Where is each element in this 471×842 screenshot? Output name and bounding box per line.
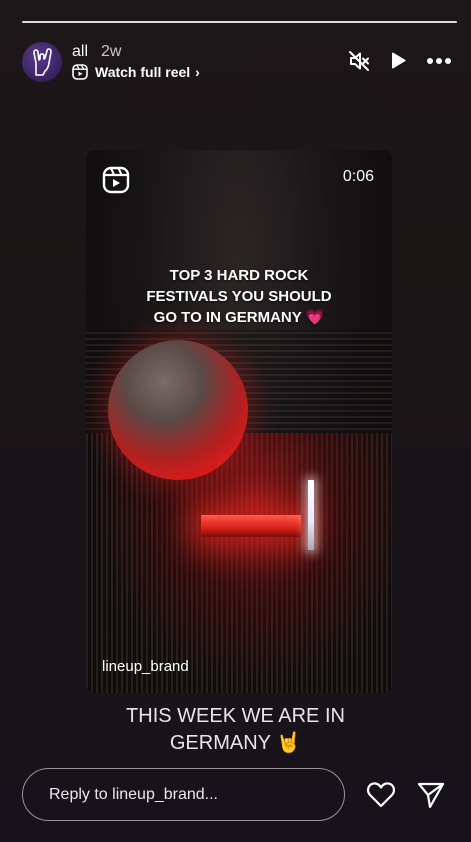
reel-duration: 0:06 bbox=[342, 168, 374, 185]
reel-icon bbox=[72, 64, 88, 80]
caption-line: THIS WEEK WE ARE IN bbox=[126, 705, 345, 727]
overlay-line: FESTIVALS YOU SHOULD bbox=[146, 288, 332, 305]
story-viewer: all 2w Watch full reel › 0:06 TOP 3 HARD… bbox=[0, 0, 471, 842]
reply-input[interactable]: Reply to lineup_brand... bbox=[22, 768, 345, 821]
caption-line: GERMANY 🤘 bbox=[169, 732, 302, 754]
avatar[interactable] bbox=[22, 42, 62, 82]
more-options-icon[interactable] bbox=[426, 57, 452, 65]
rock-hand-icon bbox=[33, 48, 52, 76]
story-progress-bar bbox=[22, 21, 457, 24]
header-controls bbox=[348, 50, 452, 72]
muted-speaker-icon[interactable] bbox=[348, 50, 370, 72]
overlay-line: TOP 3 HARD ROCK bbox=[169, 267, 309, 284]
reel-author-handle[interactable]: lineup_brand bbox=[102, 658, 189, 675]
concert-crowd-image bbox=[86, 433, 392, 693]
reply-placeholder: Reply to lineup_brand... bbox=[49, 786, 218, 803]
play-icon[interactable] bbox=[388, 51, 408, 71]
stage-lights-image bbox=[201, 515, 301, 537]
heart-icon[interactable] bbox=[366, 781, 396, 809]
watch-full-reel-link[interactable]: Watch full reel › bbox=[72, 64, 200, 80]
light-tower-image bbox=[308, 480, 314, 550]
reel-overlay-text: TOP 3 HARD ROCK FESTIVALS YOU SHOULD GO … bbox=[86, 265, 392, 328]
post-time: 2w bbox=[101, 43, 122, 60]
story-header: all 2w Watch full reel › bbox=[22, 42, 452, 82]
watch-full-reel-label: Watch full reel bbox=[95, 64, 191, 80]
chevron-right-icon: › bbox=[195, 64, 200, 80]
shared-reel-card[interactable]: 0:06 TOP 3 HARD ROCK FESTIVALS YOU SHOUL… bbox=[86, 150, 392, 693]
progress-segment bbox=[22, 21, 457, 23]
username[interactable]: all bbox=[72, 43, 88, 61]
overlay-line: GO TO IN GERMANY 💗 bbox=[153, 309, 325, 326]
send-icon[interactable] bbox=[416, 780, 446, 810]
reel-badge-icon bbox=[102, 166, 130, 194]
moon-balloon-image bbox=[108, 340, 248, 480]
story-caption: THIS WEEK WE ARE IN GERMANY 🤘 bbox=[0, 703, 471, 757]
